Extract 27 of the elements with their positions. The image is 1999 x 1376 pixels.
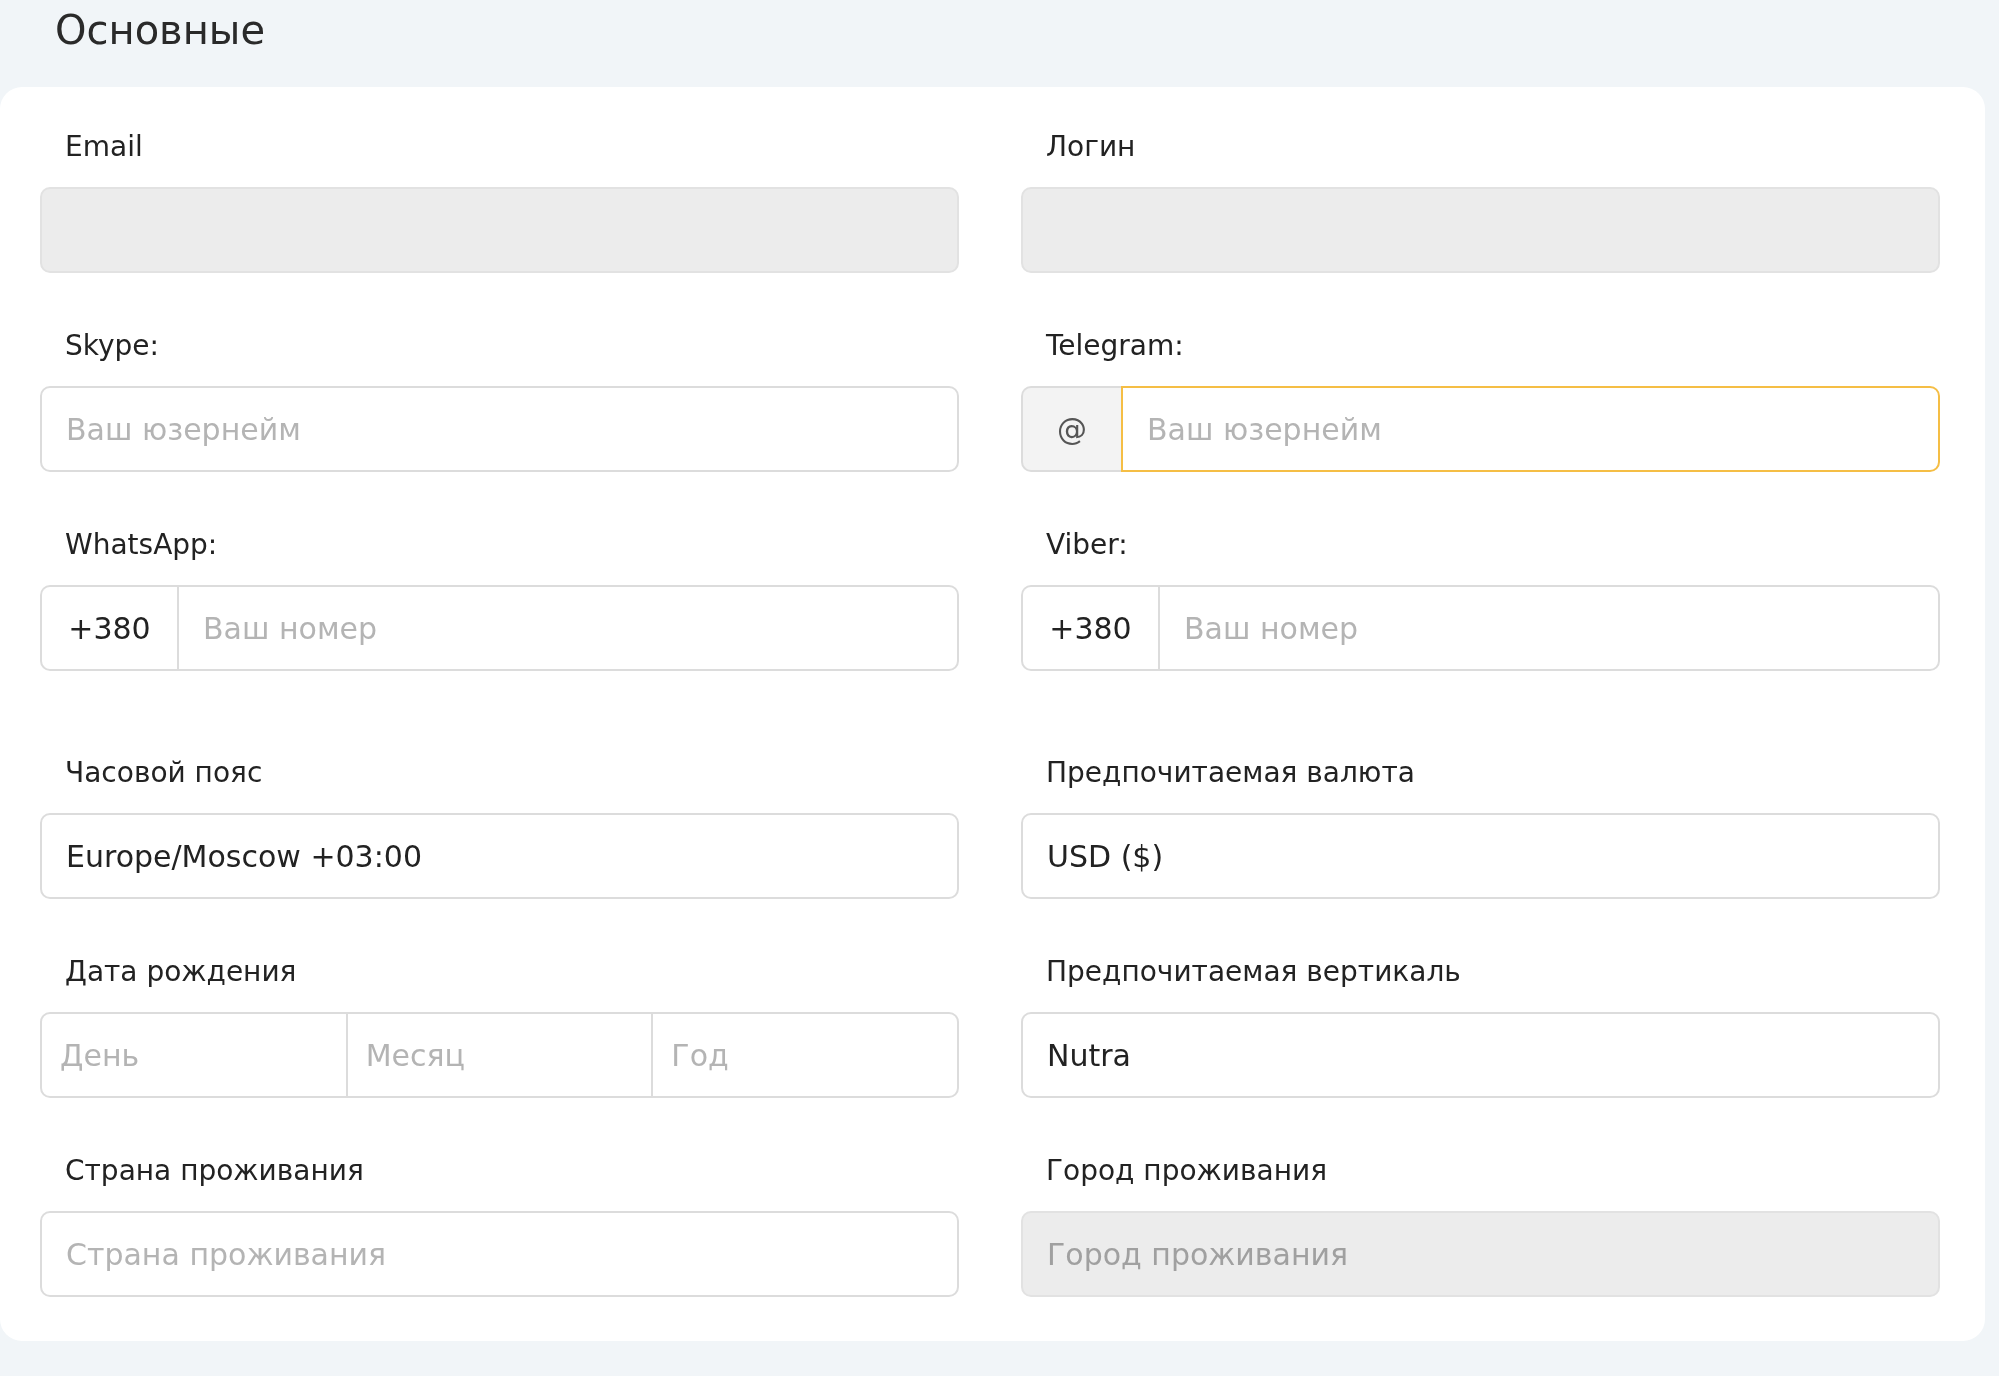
field-label: Дата рождения [64, 954, 297, 990]
field-label: Логин [1045, 129, 1136, 165]
date-part-input-field[interactable]: Месяц [345, 1012, 654, 1098]
date-part-input-field[interactable]: Год [651, 1012, 959, 1098]
text-input-field[interactable]: Ваш юзернейм [40, 386, 959, 472]
at-prefix: @ [1021, 386, 1121, 472]
field-label: Предпочитаемая вертикаль [1045, 954, 1461, 990]
field-label: Skype: [64, 328, 159, 364]
field-label: Предпочитаемая валюта [1045, 755, 1415, 791]
field-label: Страна проживания [64, 1153, 364, 1189]
phone-input-field[interactable]: Ваш номер [1158, 585, 1940, 671]
username-input-field[interactable]: Ваш юзернейм [1121, 386, 1940, 472]
field-label: Telegram: [1045, 328, 1184, 364]
select-field[interactable]: USD ($) [1021, 813, 1940, 899]
field-label: Email [64, 129, 143, 165]
field-label: WhatsApp: [64, 527, 218, 563]
select-field[interactable]: Nutra [1021, 1012, 1940, 1098]
text-input-field[interactable]: Страна проживания [40, 1211, 959, 1297]
field-label: Часовой пояс [64, 755, 263, 791]
phone-code-prefix: +380 [40, 585, 177, 671]
section-title: Основные [54, 6, 267, 55]
phone-input-field[interactable]: Ваш номер [177, 585, 959, 671]
field-label: Viber: [1045, 527, 1128, 563]
field-label: Город проживания [1045, 1153, 1327, 1189]
select-field[interactable]: Europe/Moscow +03:00 [40, 813, 959, 899]
phone-code-prefix: +380 [1021, 585, 1158, 671]
date-part-input-field[interactable]: День [40, 1012, 348, 1098]
